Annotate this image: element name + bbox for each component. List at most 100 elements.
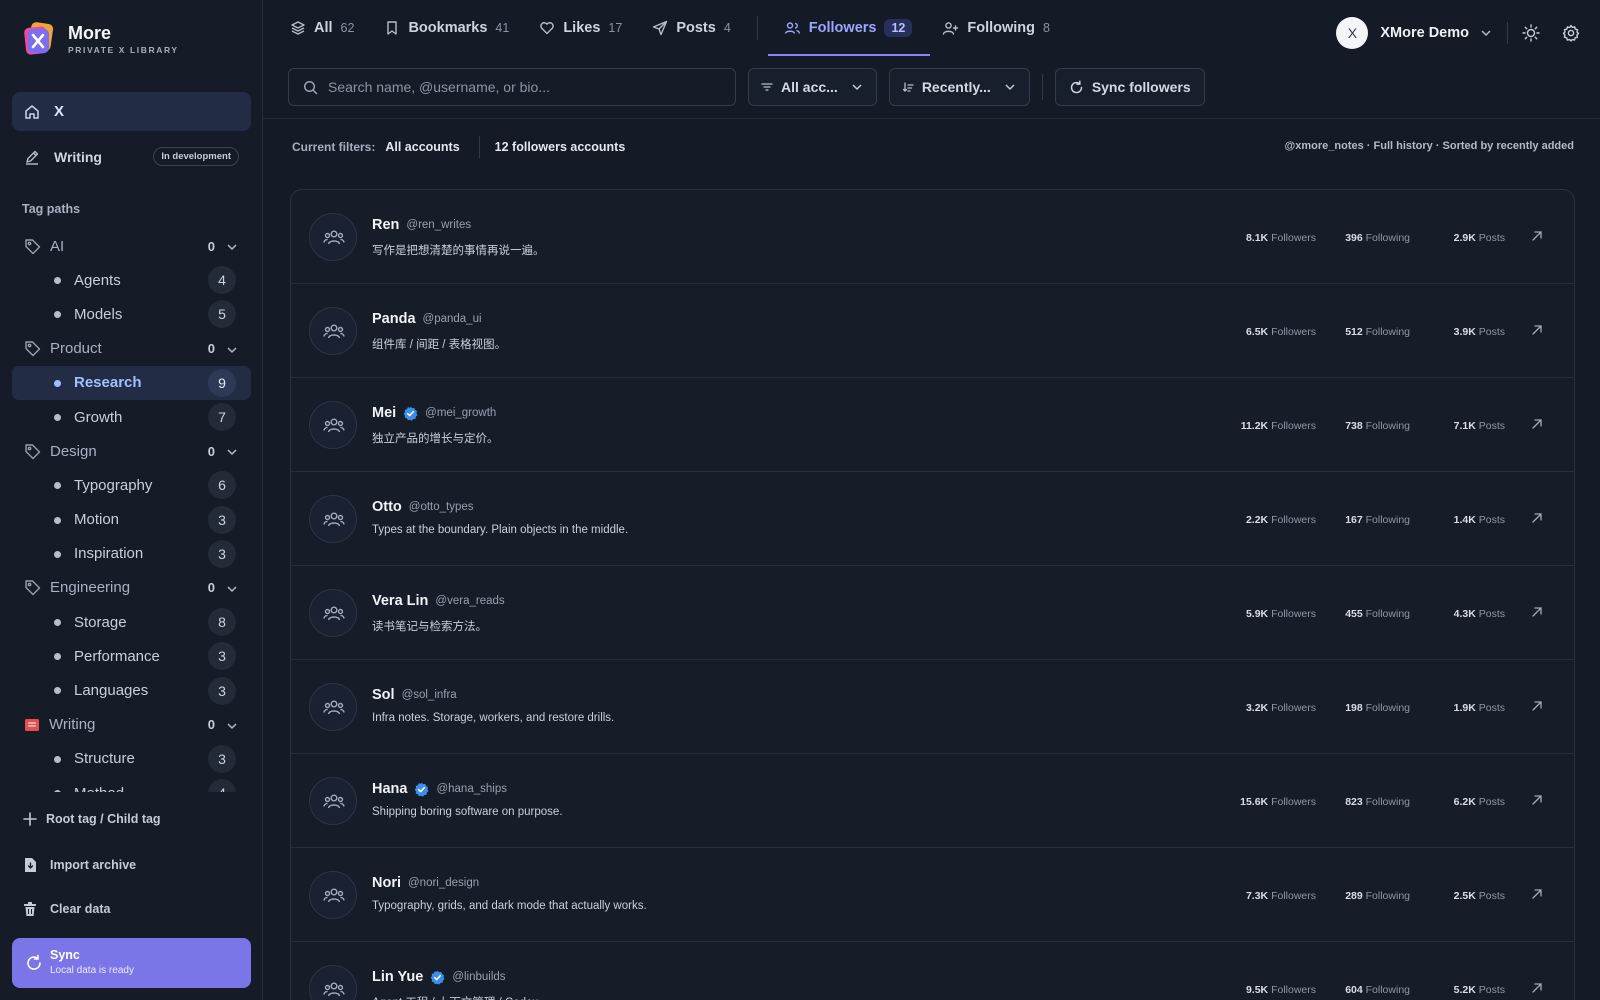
open-external-icon[interactable] [1530,887,1544,901]
avatar[interactable] [309,401,357,449]
search-input[interactable] [328,79,718,95]
account-row[interactable]: Otto @otto_types Types at the boundary. Pl… [291,472,1574,566]
tag-child-agents[interactable]: Agents 4 [12,263,251,297]
tag-child-inspiration[interactable]: Inspiration 3 [12,537,251,571]
tab-posts[interactable]: Posts 4 [652,0,731,56]
tag-child-motion[interactable]: Motion 3 [12,503,251,537]
sync-followers-button[interactable]: Sync followers [1054,68,1205,106]
account-row[interactable]: Hana @hana_ships Shipping boring software … [291,754,1574,848]
open-external-icon[interactable] [1530,229,1544,243]
tab-all[interactable]: All 62 [290,0,354,56]
tag-count: 3 [208,539,236,568]
account-filter-value: All acc... [781,79,838,95]
tag-root-engineering[interactable]: Engineering 0 [12,571,251,605]
account-name[interactable]: Nori [372,875,401,891]
open-external-icon[interactable] [1530,323,1544,337]
avatar[interactable] [309,965,357,1000]
tab-bookmarks[interactable]: Bookmarks 41 [384,0,509,56]
tag-count: 4 [208,266,236,295]
avatar[interactable] [309,871,357,919]
tag-child-models[interactable]: Models 5 [12,297,251,331]
account-name[interactable]: Otto [372,499,402,515]
tag-root-ai[interactable]: AI 0 [12,229,251,263]
tag-child-typography[interactable]: Typography 6 [12,468,251,502]
open-external-icon[interactable] [1530,793,1544,807]
account-row[interactable]: Vera Lin @vera_reads 读书笔记与检索方法。 5.9K Follow… [291,566,1574,660]
nav-item-writing-label: Writing [54,148,102,165]
tag-child-languages[interactable]: Languages 3 [12,673,251,707]
nav-item-writing[interactable]: Writing In development [12,137,251,176]
tag-child-method[interactable]: Method 4 [12,776,251,792]
clear-data-button[interactable]: Clear data [22,901,110,917]
open-external-icon[interactable] [1530,699,1544,713]
account-row[interactable]: Mei @mei_growth 独立产品的增长与定价。 11.2K Followers… [291,378,1574,472]
tab-followers[interactable]: Followers 12 [767,0,930,56]
add-tag-button[interactable]: Root tag / Child tag [22,811,161,827]
search-box[interactable] [288,68,736,106]
account-name[interactable]: Hana [372,781,407,797]
account-name[interactable]: Panda [372,311,416,327]
account-name-line: Vera Lin @vera_reads [372,593,505,609]
tab-following[interactable]: Following 8 [942,0,1050,56]
chevron-down-icon[interactable] [1479,26,1493,40]
tag-count: 3 [208,676,236,705]
avatar[interactable] [309,777,357,825]
avatar[interactable] [309,589,357,637]
stat-following: 738 Following [1345,420,1410,432]
avatar[interactable] [309,683,357,731]
avatar[interactable] [309,213,357,261]
tag-count: 7 [208,403,236,432]
account-row[interactable]: Lin Yue @linbuilds Agent 工程 / 上下文管理 / Code… [291,942,1574,1000]
account-handle: @mei_growth [425,407,497,419]
account-row[interactable]: Nori @nori_design Typography, grids, and d… [291,848,1574,942]
tag-root-writing[interactable]: Writing 0 [12,708,251,742]
bullet-dot [54,379,61,387]
account-name[interactable]: Mei [372,405,396,421]
tab-likes[interactable]: Likes 17 [539,0,622,56]
open-external-icon[interactable] [1530,605,1544,619]
tag-root-design[interactable]: Design 0 [12,434,251,468]
account-row[interactable]: Panda @panda_ui 组件库 / 间距 / 表格视图。 6.5K Follo… [291,284,1574,378]
chevron-down-icon[interactable] [225,719,239,733]
import-archive-button[interactable]: Import archive [22,857,136,873]
sync-button[interactable]: Sync Local data is ready [12,938,251,988]
sun-icon[interactable] [1522,24,1540,42]
account-row[interactable]: Ren @ren_writes 写作是把想清楚的事情再说一遍。 8.1K Follow… [291,190,1574,284]
in-development-badge: In development [153,147,239,166]
account-name[interactable]: Ren [372,217,399,233]
account-bio: Types at the boundary. Plain objects in … [372,524,629,536]
avatar[interactable] [309,495,357,543]
chevron-down-icon[interactable] [225,240,239,254]
open-external-icon[interactable] [1530,511,1544,525]
tag-child-research[interactable]: Research 9 [12,365,251,400]
current-filters: Current filters: All accounts 12 followe… [292,136,625,158]
tag-child-growth[interactable]: Growth 7 [12,400,251,434]
open-external-icon[interactable] [1530,417,1544,431]
tag-child-structure[interactable]: Structure 3 [12,742,251,776]
account-name[interactable]: Sol [372,687,395,703]
nav-item-x[interactable]: X [12,92,251,131]
chevron-down-icon[interactable] [225,343,239,357]
bullet-dot [54,550,61,558]
chevron-down-icon[interactable] [225,582,239,596]
account-bio: Shipping boring software on purpose. [372,806,563,818]
trash-icon [22,901,38,917]
user-name[interactable]: XMore Demo [1380,25,1469,41]
more-logo-icon [22,22,56,56]
account-name[interactable]: Lin Yue [372,969,423,985]
gear-icon[interactable] [1562,24,1580,42]
chevron-down-icon[interactable] [225,445,239,459]
open-external-icon[interactable] [1530,981,1544,995]
account-name[interactable]: Vera Lin [372,593,428,609]
account-handle: @panda_ui [422,313,482,325]
avatar[interactable] [309,307,357,355]
account-row[interactable]: Sol @sol_infra Infra notes. Storage, worke… [291,660,1574,754]
brand[interactable]: More PRIVATE X LIBRARY [22,22,179,56]
account-filter-dropdown[interactable]: All acc... [748,68,877,106]
tag-name: Research [74,374,142,392]
avatar[interactable]: X [1336,17,1369,49]
tag-root-product[interactable]: Product 0 [12,332,251,366]
sort-dropdown[interactable]: Recently... [888,68,1030,106]
tag-child-performance[interactable]: Performance 3 [12,639,251,673]
tag-child-storage[interactable]: Storage 8 [12,605,251,639]
